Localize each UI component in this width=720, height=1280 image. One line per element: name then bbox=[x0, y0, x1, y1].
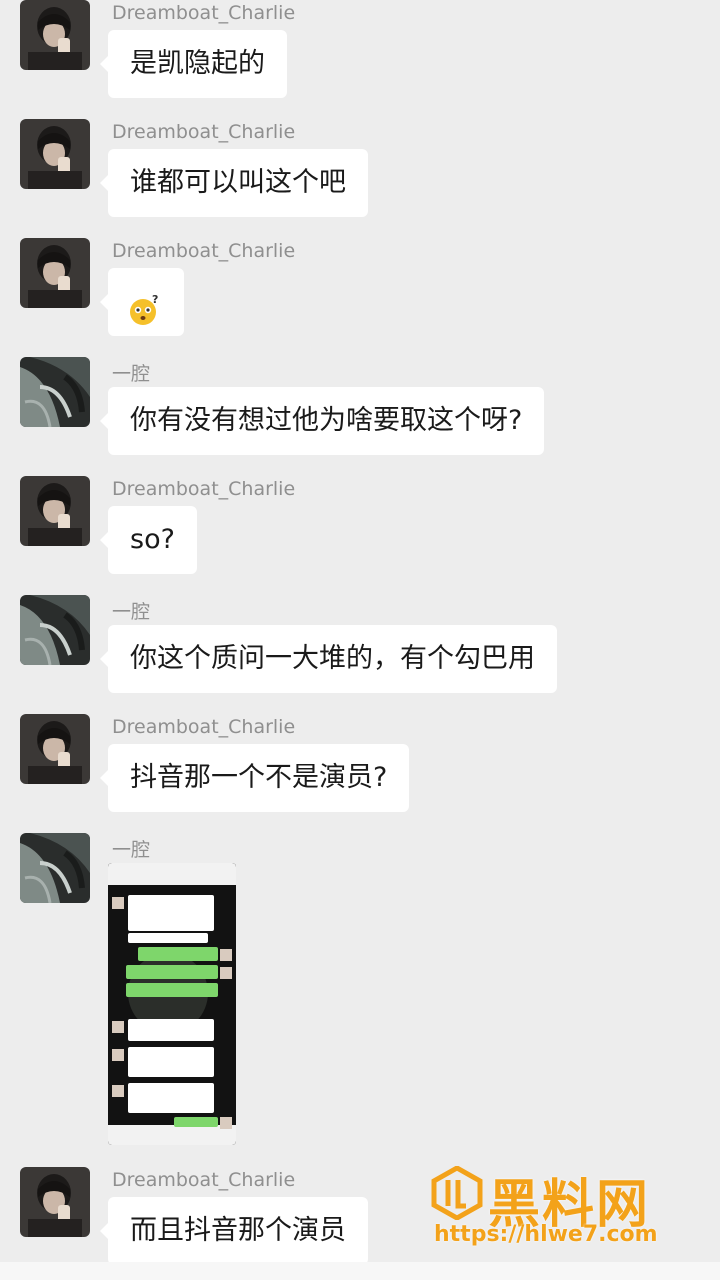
charlie-avatar[interactable] bbox=[20, 119, 90, 189]
message-bubble[interactable]: 你有没有想过他为啥要取这个呀? bbox=[99, 387, 545, 455]
message-bubble[interactable]: so? bbox=[100, 506, 197, 574]
message-bubble[interactable]: 而且抖音那个演员 bbox=[100, 1197, 368, 1265]
charlie-avatar[interactable] bbox=[20, 238, 90, 308]
charlie-avatar[interactable] bbox=[20, 1167, 90, 1237]
charlie-avatar[interactable] bbox=[20, 714, 90, 784]
bottom-input-bar bbox=[0, 1262, 720, 1280]
message-bubble[interactable]: ? bbox=[100, 268, 184, 336]
message-bubble[interactable]: 抖音那一个不是演员? bbox=[99, 744, 410, 812]
watermark-url: https://hlwe7.com bbox=[434, 1222, 658, 1247]
sender-name: Dreamboat_Charlie bbox=[112, 478, 296, 500]
message-bubble[interactable]: 你这个质问一大堆的，有个勾巴用 bbox=[100, 625, 557, 693]
watermark-logo-icon bbox=[430, 1165, 484, 1221]
sender-name: Dreamboat_Charlie bbox=[112, 1169, 296, 1191]
sender-name: 一腔 bbox=[112, 363, 151, 385]
site-watermark: 黑料网 https://hlwe7.com bbox=[426, 1162, 694, 1254]
yiqiang-avatar[interactable] bbox=[20, 833, 90, 903]
sender-name: Dreamboat_Charlie bbox=[112, 716, 296, 738]
sender-name: Dreamboat_Charlie bbox=[112, 121, 296, 143]
message-bubble[interactable]: 是凯隐起的 bbox=[100, 30, 287, 98]
charlie-avatar[interactable] bbox=[20, 0, 90, 70]
charlie-avatar[interactable] bbox=[20, 476, 90, 546]
message-bubble[interactable]: 谁都可以叫这个吧 bbox=[100, 149, 368, 217]
sender-name: Dreamboat_Charlie bbox=[112, 240, 296, 262]
chat-screenshot-image[interactable] bbox=[108, 863, 236, 1145]
yiqiang-avatar[interactable] bbox=[20, 357, 90, 427]
sender-name: 一腔 bbox=[112, 839, 151, 861]
yiqiang-avatar[interactable] bbox=[20, 595, 90, 665]
svg-text:?: ? bbox=[152, 293, 158, 306]
sender-name: 一腔 bbox=[112, 601, 151, 623]
sender-name: Dreamboat_Charlie bbox=[112, 2, 296, 24]
confused-face-emoji: ? bbox=[128, 285, 162, 325]
